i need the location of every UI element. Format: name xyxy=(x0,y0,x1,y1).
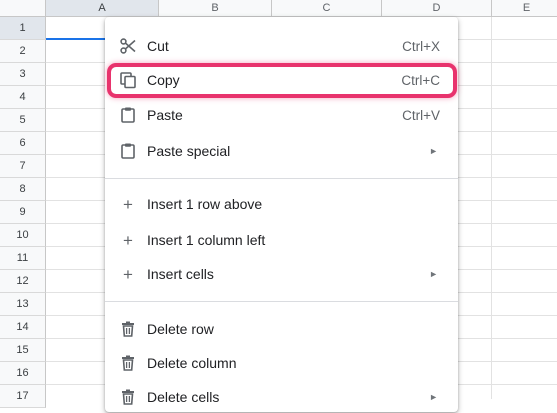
row-header-12[interactable]: 12 xyxy=(0,270,46,293)
menu-item-label: Delete cells xyxy=(147,389,220,405)
menu-item-label: Insert cells xyxy=(147,266,214,282)
column-header-e[interactable]: E xyxy=(492,0,557,17)
trash-icon xyxy=(119,320,137,338)
menu-item-insert-column-left[interactable]: + Insert 1 column left xyxy=(105,224,458,256)
menu-item-label: Paste xyxy=(147,107,183,123)
menu-item-insert-row-above[interactable]: + Insert 1 row above xyxy=(105,188,458,220)
menu-item-label: Copy xyxy=(147,72,180,88)
menu-item-label: Insert 1 column left xyxy=(147,232,266,248)
menu-item-delete-cells[interactable]: Delete cells ► xyxy=(105,381,458,413)
row-header-1[interactable]: 1 xyxy=(0,17,46,40)
column-header-a[interactable]: A xyxy=(46,0,159,17)
column-header-c[interactable]: C xyxy=(272,0,382,17)
row-header-7[interactable]: 7 xyxy=(0,155,46,178)
menu-item-label: Insert 1 row above xyxy=(147,196,263,212)
row-header-15[interactable]: 15 xyxy=(0,339,46,362)
column-header-b[interactable]: B xyxy=(159,0,272,17)
menu-item-delete-row[interactable]: Delete row xyxy=(105,313,458,345)
copy-icon xyxy=(119,71,137,89)
shortcut-label: Ctrl+X xyxy=(402,38,440,54)
submenu-arrow-icon: ► xyxy=(429,146,438,156)
row-header-2[interactable]: 2 xyxy=(0,40,46,63)
submenu-arrow-icon: ► xyxy=(429,269,438,279)
menu-item-label: Paste special xyxy=(147,143,231,159)
row-header-11[interactable]: 11 xyxy=(0,247,46,270)
menu-item-paste[interactable]: Paste Ctrl+V xyxy=(105,99,458,131)
menu-divider xyxy=(105,301,458,302)
row-header-3[interactable]: 3 xyxy=(0,63,46,86)
menu-item-cut[interactable]: Cut Ctrl+X xyxy=(105,30,458,62)
row-header-10[interactable]: 10 xyxy=(0,224,46,247)
menu-divider xyxy=(105,178,458,179)
row-header-4[interactable]: 4 xyxy=(0,86,46,109)
column-header-d[interactable]: D xyxy=(382,0,492,17)
row-header-5[interactable]: 5 xyxy=(0,109,46,132)
row-header-16[interactable]: 16 xyxy=(0,362,46,385)
plus-icon: + xyxy=(123,264,133,284)
menu-item-label: Delete row xyxy=(147,321,214,337)
menu-item-copy[interactable]: Copy Ctrl+C xyxy=(105,64,458,96)
menu-item-label: Delete column xyxy=(147,355,237,371)
row-header-13[interactable]: 13 xyxy=(0,293,46,316)
row-header-8[interactable]: 8 xyxy=(0,178,46,201)
row-header-9[interactable]: 9 xyxy=(0,201,46,224)
menu-item-label: Cut xyxy=(147,38,169,54)
select-all-corner[interactable] xyxy=(0,0,46,17)
trash-icon xyxy=(119,354,137,372)
plus-icon: + xyxy=(123,230,133,250)
plus-icon: + xyxy=(123,194,133,214)
shortcut-label: Ctrl+V xyxy=(402,107,440,123)
menu-item-delete-column[interactable]: Delete column xyxy=(105,347,458,379)
shortcut-label: Ctrl+C xyxy=(401,72,440,88)
menu-item-insert-cells[interactable]: + Insert cells ► xyxy=(105,258,458,290)
clipboard-icon xyxy=(119,106,137,124)
submenu-arrow-icon: ► xyxy=(429,392,438,402)
clipboard-icon xyxy=(119,142,137,160)
scissors-icon xyxy=(119,37,137,55)
row-header-14[interactable]: 14 xyxy=(0,316,46,339)
trash-icon xyxy=(119,388,137,406)
row-header-17[interactable]: 17 xyxy=(0,385,46,408)
row-header-6[interactable]: 6 xyxy=(0,132,46,155)
context-menu: Cut Ctrl+X Copy Ctrl+C Paste Ctrl+V Past… xyxy=(105,17,458,412)
menu-item-paste-special[interactable]: Paste special ► xyxy=(105,135,458,167)
